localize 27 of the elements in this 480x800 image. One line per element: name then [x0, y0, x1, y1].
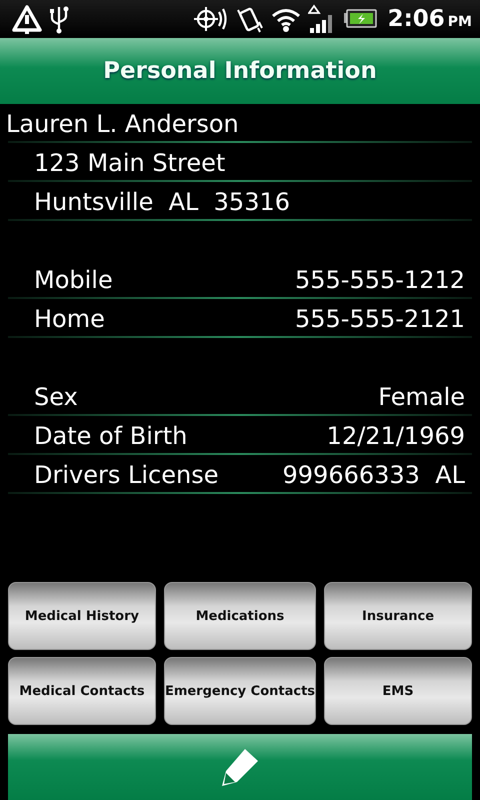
nav-button[interactable]: EMS [324, 657, 472, 725]
usb-icon [48, 4, 70, 34]
nav-button[interactable]: Medications [164, 582, 316, 650]
field-value: 999666333 AL [282, 460, 465, 488]
nav-button[interactable]: Medical Contacts [8, 657, 156, 725]
gps-icon [192, 4, 228, 34]
status-time: 2:06 [388, 6, 445, 32]
field-label: Date of Birth [34, 422, 188, 450]
field-label: Mobile [34, 266, 113, 294]
contact-name: Lauren L. Anderson [6, 110, 239, 138]
edit-button[interactable] [8, 734, 472, 800]
screen-title: Personal Information [103, 58, 377, 84]
nav-button[interactable]: Medical History [8, 582, 156, 650]
pencil-icon [219, 746, 261, 788]
status-ampm: PM [448, 14, 472, 30]
nav-button[interactable]: Emergency Contacts [164, 657, 316, 725]
address-line: Huntsville AL 35316 [34, 188, 290, 216]
field-value: Female [378, 382, 465, 410]
field-value: 555-555-2121 [294, 304, 465, 332]
nav-button[interactable]: Insurance [324, 582, 472, 650]
warning-icon [12, 4, 42, 34]
address-line: 123 Main Street [34, 148, 226, 176]
field-value: 12/21/1969 [326, 422, 465, 450]
field-label: Home [34, 304, 105, 332]
field-label: Sex [34, 382, 78, 410]
field-value: 555-555-1212 [294, 266, 465, 294]
field-label: Drivers License [34, 460, 218, 488]
